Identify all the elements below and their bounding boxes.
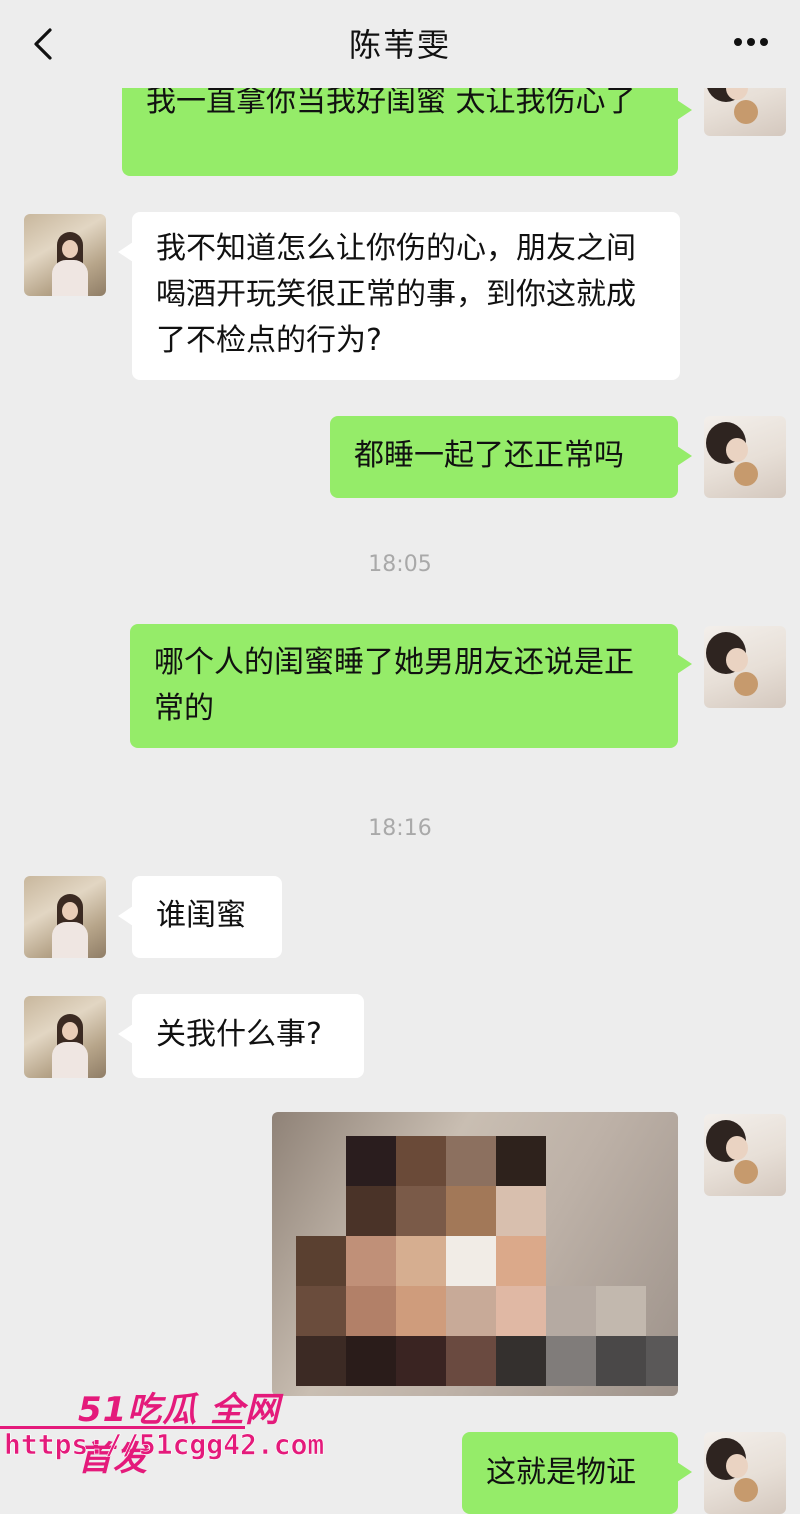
message-bubble-incoming[interactable]: 谁闺蜜 xyxy=(118,876,282,958)
message-bubble-outgoing[interactable]: 哪个人的闺蜜睡了她男朋友还说是正常的 xyxy=(130,624,692,748)
message-bubble-outgoing[interactable]: 都睡一起了还正常吗 xyxy=(330,416,692,498)
message-bubble-incoming[interactable]: 我不知道怎么让你伤的心，朋友之间喝酒开玩笑很正常的事，到你这就成了不检点的行为? xyxy=(118,212,680,380)
contact-avatar[interactable] xyxy=(24,996,106,1078)
timestamp: 18:16 xyxy=(368,816,432,841)
my-avatar[interactable] xyxy=(704,626,786,708)
watermark: 51吃瓜 全网首发 https://51cgg42.com xyxy=(0,1382,325,1479)
watermark-url: https://51cgg42.com xyxy=(4,1428,325,1462)
message-bubble-outgoing[interactable]: 这就是物证 xyxy=(462,1432,692,1514)
chat-title: 陈苇雯 xyxy=(348,26,451,64)
contact-avatar[interactable] xyxy=(24,214,106,296)
message-bubble-incoming[interactable]: 关我什么事? xyxy=(118,994,364,1078)
my-avatar[interactable] xyxy=(704,1114,786,1196)
timestamp: 18:05 xyxy=(368,552,432,577)
my-avatar[interactable] xyxy=(704,416,786,498)
contact-avatar[interactable] xyxy=(24,876,106,958)
chat-header: 陈苇雯 xyxy=(0,0,800,88)
image-message-pixelated[interactable] xyxy=(272,1112,678,1396)
more-dots-icon[interactable] xyxy=(734,38,774,48)
my-avatar[interactable] xyxy=(704,1432,786,1514)
